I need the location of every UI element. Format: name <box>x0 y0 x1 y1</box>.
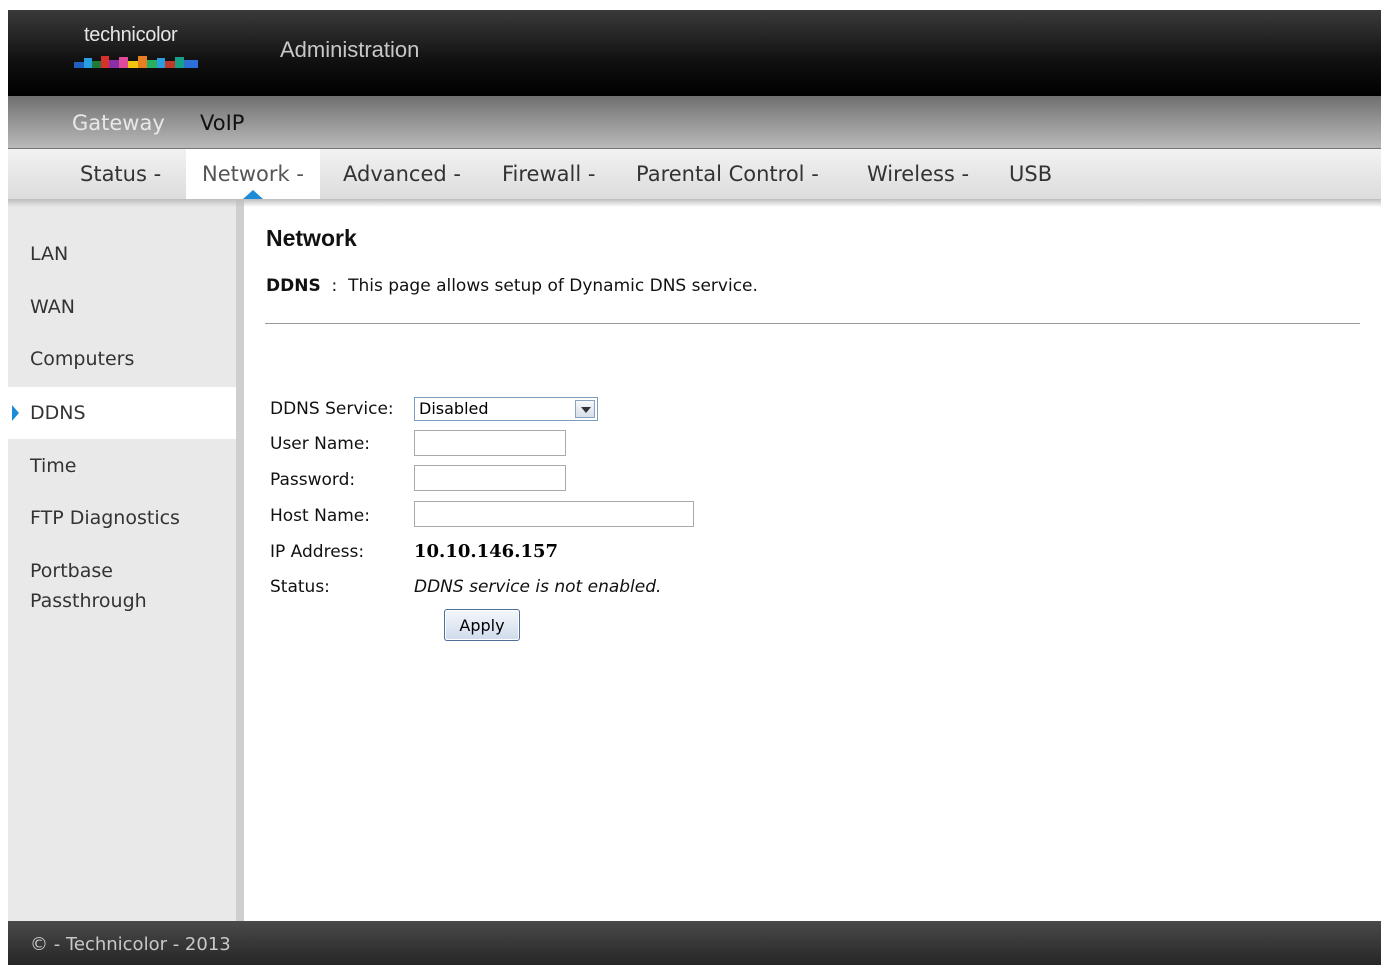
tab-status[interactable]: Status - <box>80 149 161 199</box>
password-label: Password: <box>270 470 356 490</box>
page-description: DDNS : This page allows setup of Dynamic… <box>266 276 758 296</box>
main-nav: Status - Network - Advanced - Firewall -… <box>8 149 1381 199</box>
section-gateway[interactable]: Gateway <box>72 111 165 135</box>
sidebar-item-computers[interactable]: Computers <box>8 344 236 374</box>
tab-network[interactable]: Network - <box>186 149 320 199</box>
password-input[interactable] <box>414 465 566 491</box>
main-content: Network DDNS : This page allows setup of… <box>252 199 1381 921</box>
divider <box>265 323 1360 324</box>
user-name-label: User Name: <box>270 434 371 454</box>
logo-color-bar <box>74 54 198 68</box>
description-separator: : <box>331 276 338 296</box>
app-title: Administration <box>280 37 420 62</box>
tab-firewall[interactable]: Firewall - <box>502 149 595 199</box>
tab-network-label: Network - <box>202 162 304 186</box>
footer: © - Technicolor - 2013 <box>8 921 1381 965</box>
active-tab-caret-icon <box>242 190 263 199</box>
active-item-arrow-icon <box>12 405 19 421</box>
logo-text: technicolor <box>84 24 178 46</box>
tab-parental-control[interactable]: Parental Control - <box>636 149 819 199</box>
ip-address-value: 10.10.146.157 <box>414 541 559 562</box>
sidebar-item-portbase-line1: Portbase <box>30 560 113 582</box>
top-header: technicolor Administration <box>8 10 1381 96</box>
tab-advanced[interactable]: Advanced - <box>343 149 461 199</box>
sidebar-item-ddns-label: DDNS <box>30 402 86 424</box>
app-window: technicolor Administration Gateway VoIP <box>8 10 1381 965</box>
technicolor-logo: technicolor <box>74 24 204 74</box>
status-label: Status: <box>270 577 330 597</box>
chevron-down-icon[interactable] <box>575 400 595 418</box>
sidebar-item-lan[interactable]: LAN <box>8 239 236 269</box>
tab-wireless[interactable]: Wireless - <box>867 149 969 199</box>
apply-button[interactable]: Apply <box>444 609 520 641</box>
tab-usb[interactable]: USB <box>1009 149 1052 199</box>
sidebar-item-portbase-passthrough[interactable]: Portbase Passthrough <box>8 556 236 616</box>
ddns-service-select[interactable]: Disabled <box>414 397 598 421</box>
sidebar-item-ddns[interactable]: DDNS <box>8 387 236 439</box>
ip-address-label: IP Address: <box>270 542 365 562</box>
section-voip[interactable]: VoIP <box>200 111 244 135</box>
ddns-service-label: DDNS Service: <box>270 399 394 419</box>
sidebar-item-time[interactable]: Time <box>8 451 236 481</box>
host-name-input[interactable] <box>414 501 694 527</box>
sidebar-item-portbase-line2: Passthrough <box>30 590 147 612</box>
nav-shadow <box>8 199 1381 207</box>
copyright-text: © - Technicolor - 2013 <box>30 934 231 955</box>
description-key: DDNS <box>266 276 321 296</box>
sidebar: LAN WAN Computers DDNS Time FTP Diagnost… <box>8 199 244 921</box>
description-text: This page allows setup of Dynamic DNS se… <box>348 276 758 296</box>
user-name-input[interactable] <box>414 430 566 456</box>
host-name-label: Host Name: <box>270 506 370 526</box>
ddns-service-value: Disabled <box>419 399 489 418</box>
section-bar: Gateway VoIP <box>8 96 1381 149</box>
sidebar-item-wan[interactable]: WAN <box>8 292 236 322</box>
page-title: Network <box>266 225 357 251</box>
status-value: DDNS service is not enabled. <box>414 577 662 597</box>
sidebar-item-ftp-diagnostics[interactable]: FTP Diagnostics <box>8 503 236 533</box>
